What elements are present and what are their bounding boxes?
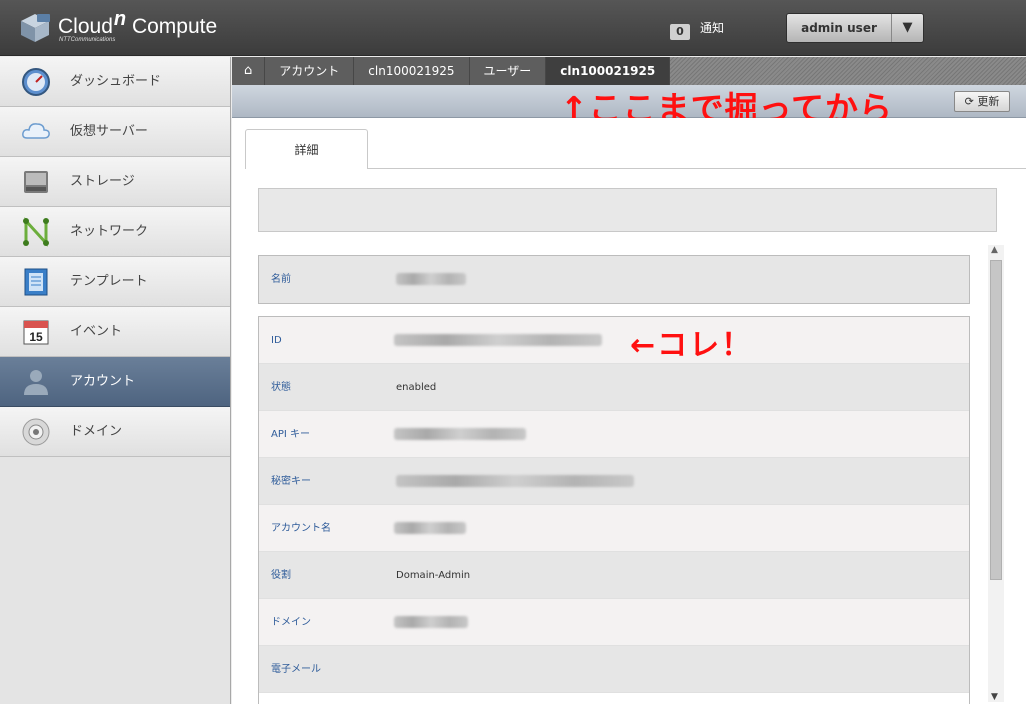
details-table: ID 状態 enabled API キー 秘密キー アカウント名 役割 Doma… (258, 316, 970, 704)
breadcrumb-accounts[interactable]: アカウント (265, 57, 355, 85)
detail-row-secret-key: 秘密キー (259, 458, 969, 505)
sidebar-item-label: イベント (70, 324, 123, 339)
cube-logo-icon (21, 14, 50, 42)
sidebar-item-templates[interactable]: テンプレート (0, 257, 230, 307)
sidebar-item-label: 仮想サーバー (70, 124, 148, 139)
redacted-value (394, 522, 466, 534)
logo[interactable]: Cloudn Compute NTTCommunications (18, 8, 232, 46)
redacted-value (396, 273, 466, 285)
user-menu[interactable]: admin user ▼ (786, 13, 924, 43)
detail-label: 名前 (271, 274, 291, 285)
redacted-value (396, 475, 634, 487)
detail-label: ドメイン (271, 617, 311, 628)
detail-label: 電子メール (271, 664, 321, 675)
detail-value: Domain-Admin (396, 570, 471, 581)
sidebar-item-storage[interactable]: ストレージ (0, 157, 230, 207)
calendar-icon: 15 (23, 320, 49, 345)
sidebar-item-domains[interactable]: ドメイン (0, 407, 230, 457)
breadcrumb-current-user[interactable]: cln100021925 (546, 57, 671, 85)
detail-row-account-name: アカウント名 (259, 505, 969, 552)
detail-row-role: 役割 Domain-Admin (259, 552, 969, 599)
detail-label: 状態 (271, 382, 291, 393)
scroll-up-icon[interactable]: ▲ (991, 245, 998, 255)
redacted-value (394, 334, 602, 346)
sidebar-item-dashboard[interactable]: ダッシュボード (0, 57, 230, 107)
breadcrumb-account-id[interactable]: cln100021925 (354, 57, 470, 85)
sidebar-item-label: テンプレート (70, 274, 148, 289)
sidebar-item-virtual-servers[interactable]: 仮想サーバー (0, 107, 230, 157)
detail-row-name: 名前 (259, 256, 969, 303)
actions-panel (258, 188, 997, 232)
refresh-label: 更新 (977, 95, 1000, 108)
tab-details[interactable]: 詳細 (245, 129, 368, 169)
annotation-this-one: ←コレ！ (630, 328, 754, 363)
breadcrumb-users[interactable]: ユーザー (469, 57, 547, 85)
detail-row-api-key: API キー (259, 411, 969, 458)
brand-name: Cloudn Compute (58, 8, 218, 39)
redacted-value (394, 616, 468, 628)
sidebar-item-account[interactable]: アカウント (0, 357, 230, 407)
top-header: Cloudn Compute NTTCommunications 0 通知 adm… (0, 0, 1026, 56)
sidebar-nav: ダッシュボード 仮想サーバー ストレージ ネットワーク テンプレート 15 イベ… (0, 57, 231, 704)
cloud-icon (22, 123, 50, 139)
sidebar-item-label: アカウント (70, 374, 136, 389)
refresh-icon: ⟳ (964, 95, 974, 108)
scroll-down-icon[interactable]: ▼ (991, 692, 998, 702)
user-menu-dropdown-icon[interactable]: ▼ (891, 14, 923, 42)
network-icon (23, 217, 49, 247)
home-icon[interactable]: ⌂ (232, 57, 266, 85)
detail-label: API キー (271, 429, 310, 440)
content-area: 詳細 名前 ID 状態 enabled API キー 秘密キー アカウント名 役… (232, 118, 1026, 704)
detail-row-email: 電子メール (259, 646, 969, 693)
detail-value: enabled (396, 382, 437, 393)
sidebar-item-label: ダッシュボード (70, 74, 162, 89)
sidebar-item-events[interactable]: 15 イベント (0, 307, 230, 357)
globe-icon (22, 418, 50, 446)
breadcrumb: ⌂ アカウント cln100021925 ユーザー cln100021925 (232, 57, 1026, 85)
brand-n: n (113, 8, 127, 30)
detail-row-status: 状態 enabled (259, 364, 969, 411)
detail-label: 役割 (271, 570, 291, 581)
disk-icon (24, 171, 48, 193)
name-box: 名前 (258, 255, 970, 304)
scrollbar[interactable]: ▲ ▼ (988, 245, 1004, 702)
redacted-value (394, 428, 526, 440)
detail-label: アカウント名 (271, 523, 331, 534)
person-icon (24, 370, 48, 395)
app-window: Cloudn Compute NTTCommunications 0 通知 adm… (0, 0, 1026, 704)
brand-subtitle: NTTCommunications (59, 37, 116, 43)
detail-row-id: ID (259, 317, 969, 364)
user-name[interactable]: admin user (787, 14, 891, 42)
notifications-label[interactable]: 通知 (700, 20, 724, 36)
brand-cloud: Cloud (58, 15, 113, 38)
sidebar-item-label: ドメイン (70, 424, 123, 439)
refresh-button[interactable]: ⟳ 更新 (954, 91, 1010, 112)
notification-count-badge[interactable]: 0 (670, 24, 690, 40)
sidebar-item-label: ネットワーク (70, 224, 149, 239)
sidebar-item-network[interactable]: ネットワーク (0, 207, 230, 257)
template-icon (24, 268, 48, 296)
notifications[interactable]: 0 通知 (670, 20, 724, 40)
calendar-day: 15 (29, 330, 43, 344)
detail-label: 秘密キー (271, 476, 311, 487)
sidebar-item-label: ストレージ (70, 174, 135, 189)
brand-product: Compute (131, 15, 218, 38)
gauge-icon (22, 68, 50, 96)
detail-label: ID (271, 335, 282, 346)
detail-row-domain: ドメイン (259, 599, 969, 646)
scrollbar-thumb[interactable] (990, 260, 1002, 580)
